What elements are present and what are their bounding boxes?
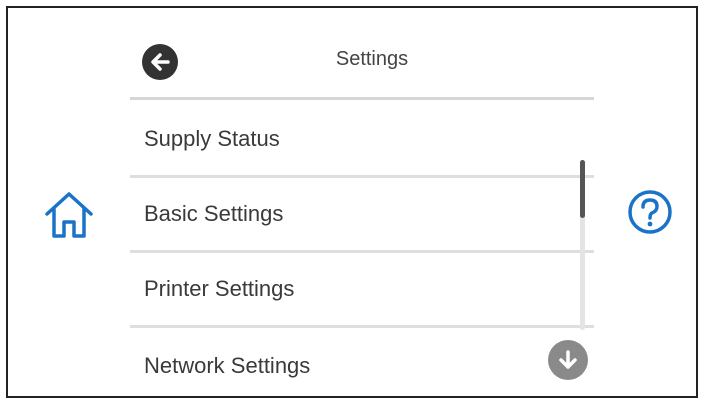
printer-panel-screen: Settings Supply Status Basic Settings Pr… xyxy=(6,6,698,398)
menu-item-basic-settings[interactable]: Basic Settings xyxy=(130,178,594,253)
help-button[interactable] xyxy=(626,188,674,236)
settings-menu-list: Supply Status Basic Settings Printer Set… xyxy=(130,103,594,403)
scrollbar-thumb[interactable] xyxy=(580,160,585,218)
arrow-down-icon xyxy=(559,350,577,369)
header-bar: Settings xyxy=(130,8,594,100)
menu-item-supply-status[interactable]: Supply Status xyxy=(130,103,594,178)
home-icon xyxy=(45,192,93,238)
menu-item-label: Network Settings xyxy=(144,352,311,378)
help-icon xyxy=(628,190,672,234)
menu-item-label: Supply Status xyxy=(144,126,280,151)
home-button[interactable] xyxy=(42,190,96,240)
menu-item-label: Basic Settings xyxy=(144,201,284,226)
menu-item-label: Printer Settings xyxy=(144,276,295,301)
page-title: Settings xyxy=(335,48,409,70)
menu-item-network-settings[interactable]: Network Settings xyxy=(130,328,594,403)
menu-item-printer-settings[interactable]: Printer Settings xyxy=(130,253,594,328)
scroll-down-button[interactable] xyxy=(548,340,588,380)
